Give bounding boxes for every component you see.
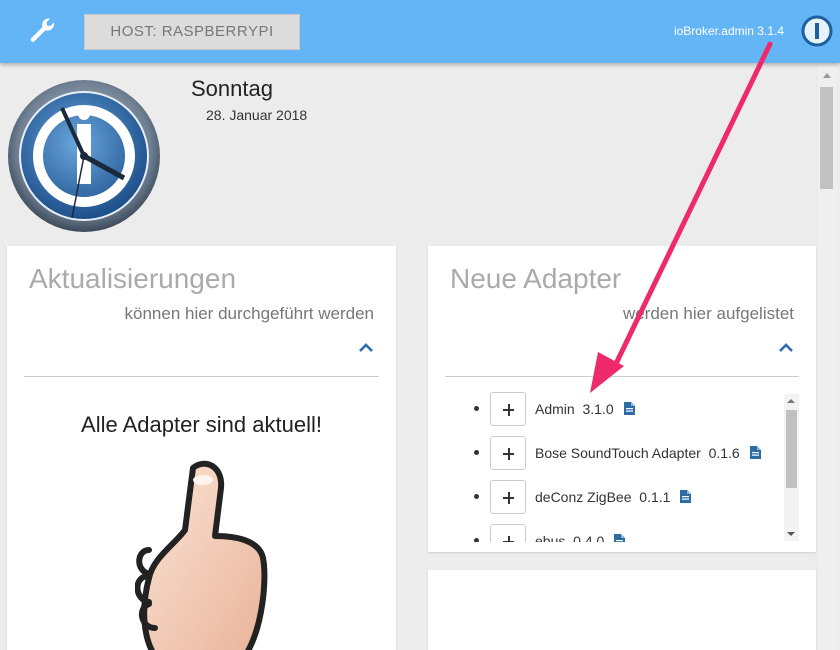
adapter-name: Admin 3.1.0 bbox=[535, 401, 635, 417]
list-item: Admin 3.1.0 bbox=[446, 392, 776, 426]
empty-card bbox=[428, 570, 816, 650]
add-adapter-button[interactable] bbox=[490, 524, 526, 542]
divider bbox=[24, 376, 379, 377]
updates-card: Aktualisierungen können hier durchgeführ… bbox=[7, 246, 396, 650]
adapter-name: Bose SoundTouch Adapter 0.1.6 bbox=[535, 445, 761, 461]
bullet bbox=[474, 538, 479, 542]
page-scrollbar[interactable] bbox=[818, 67, 837, 650]
new-adapters-title: Neue Adapter bbox=[450, 263, 622, 294]
document-icon[interactable] bbox=[680, 490, 692, 503]
list-item: deConz ZigBee 0.1.1 bbox=[446, 480, 776, 514]
add-adapter-button[interactable] bbox=[490, 392, 526, 426]
document-icon[interactable] bbox=[749, 446, 761, 459]
scrollbar-thumb[interactable] bbox=[786, 410, 797, 488]
document-icon[interactable] bbox=[614, 534, 626, 542]
thumbs-up-image bbox=[135, 460, 268, 650]
chevron-up-icon[interactable] bbox=[358, 341, 374, 353]
top-bar: HOST: RASPBERRYPI ioBroker.admin 3.1.4 bbox=[0, 0, 840, 63]
chevron-up-icon[interactable] bbox=[778, 341, 794, 353]
updates-subtitle: können hier durchgeführt werden bbox=[124, 304, 375, 323]
adapter-name: ebus 0.4.0 bbox=[535, 533, 626, 542]
clock-date: 28. Januar 2018 bbox=[206, 107, 308, 123]
list-item: Bose SoundTouch Adapter 0.1.6 bbox=[446, 436, 776, 470]
adapter-name: deConz ZigBee 0.1.1 bbox=[535, 489, 692, 505]
bullet bbox=[474, 450, 479, 455]
divider bbox=[445, 376, 799, 377]
scroll-up-icon[interactable] bbox=[787, 399, 795, 403]
analog-clock bbox=[8, 80, 160, 232]
wrench-icon[interactable] bbox=[28, 16, 56, 44]
updates-title: Aktualisierungen bbox=[29, 263, 237, 294]
new-adapters-card: Neue Adapter werden hier aufgelistet Adm… bbox=[428, 246, 816, 552]
new-adapters-list[interactable]: Admin 3.1.0 Bose SoundTouch Adapter 0.1.… bbox=[446, 392, 800, 542]
all-up-to-date-message: Alle Adapter sind aktuell! bbox=[81, 412, 322, 437]
list-item: ebus 0.4.0 bbox=[446, 524, 776, 542]
document-icon[interactable] bbox=[623, 402, 635, 415]
admin-version-label: ioBroker.admin 3.1.4 bbox=[673, 24, 784, 38]
add-adapter-button[interactable] bbox=[490, 436, 526, 470]
scroll-up-icon[interactable] bbox=[823, 73, 831, 78]
bullet bbox=[474, 494, 479, 499]
host-selector-button[interactable]: HOST: RASPBERRYPI bbox=[84, 14, 300, 50]
adapter-list-scrollbar[interactable] bbox=[784, 394, 799, 541]
iobroker-logo-icon[interactable] bbox=[801, 15, 833, 47]
scroll-down-icon[interactable] bbox=[787, 532, 795, 536]
new-adapters-subtitle: werden hier aufgelistet bbox=[622, 304, 794, 323]
scrollbar-thumb[interactable] bbox=[820, 87, 833, 189]
clock-day: Sonntag bbox=[191, 76, 273, 101]
add-adapter-button[interactable] bbox=[490, 480, 526, 514]
bullet bbox=[474, 406, 479, 411]
